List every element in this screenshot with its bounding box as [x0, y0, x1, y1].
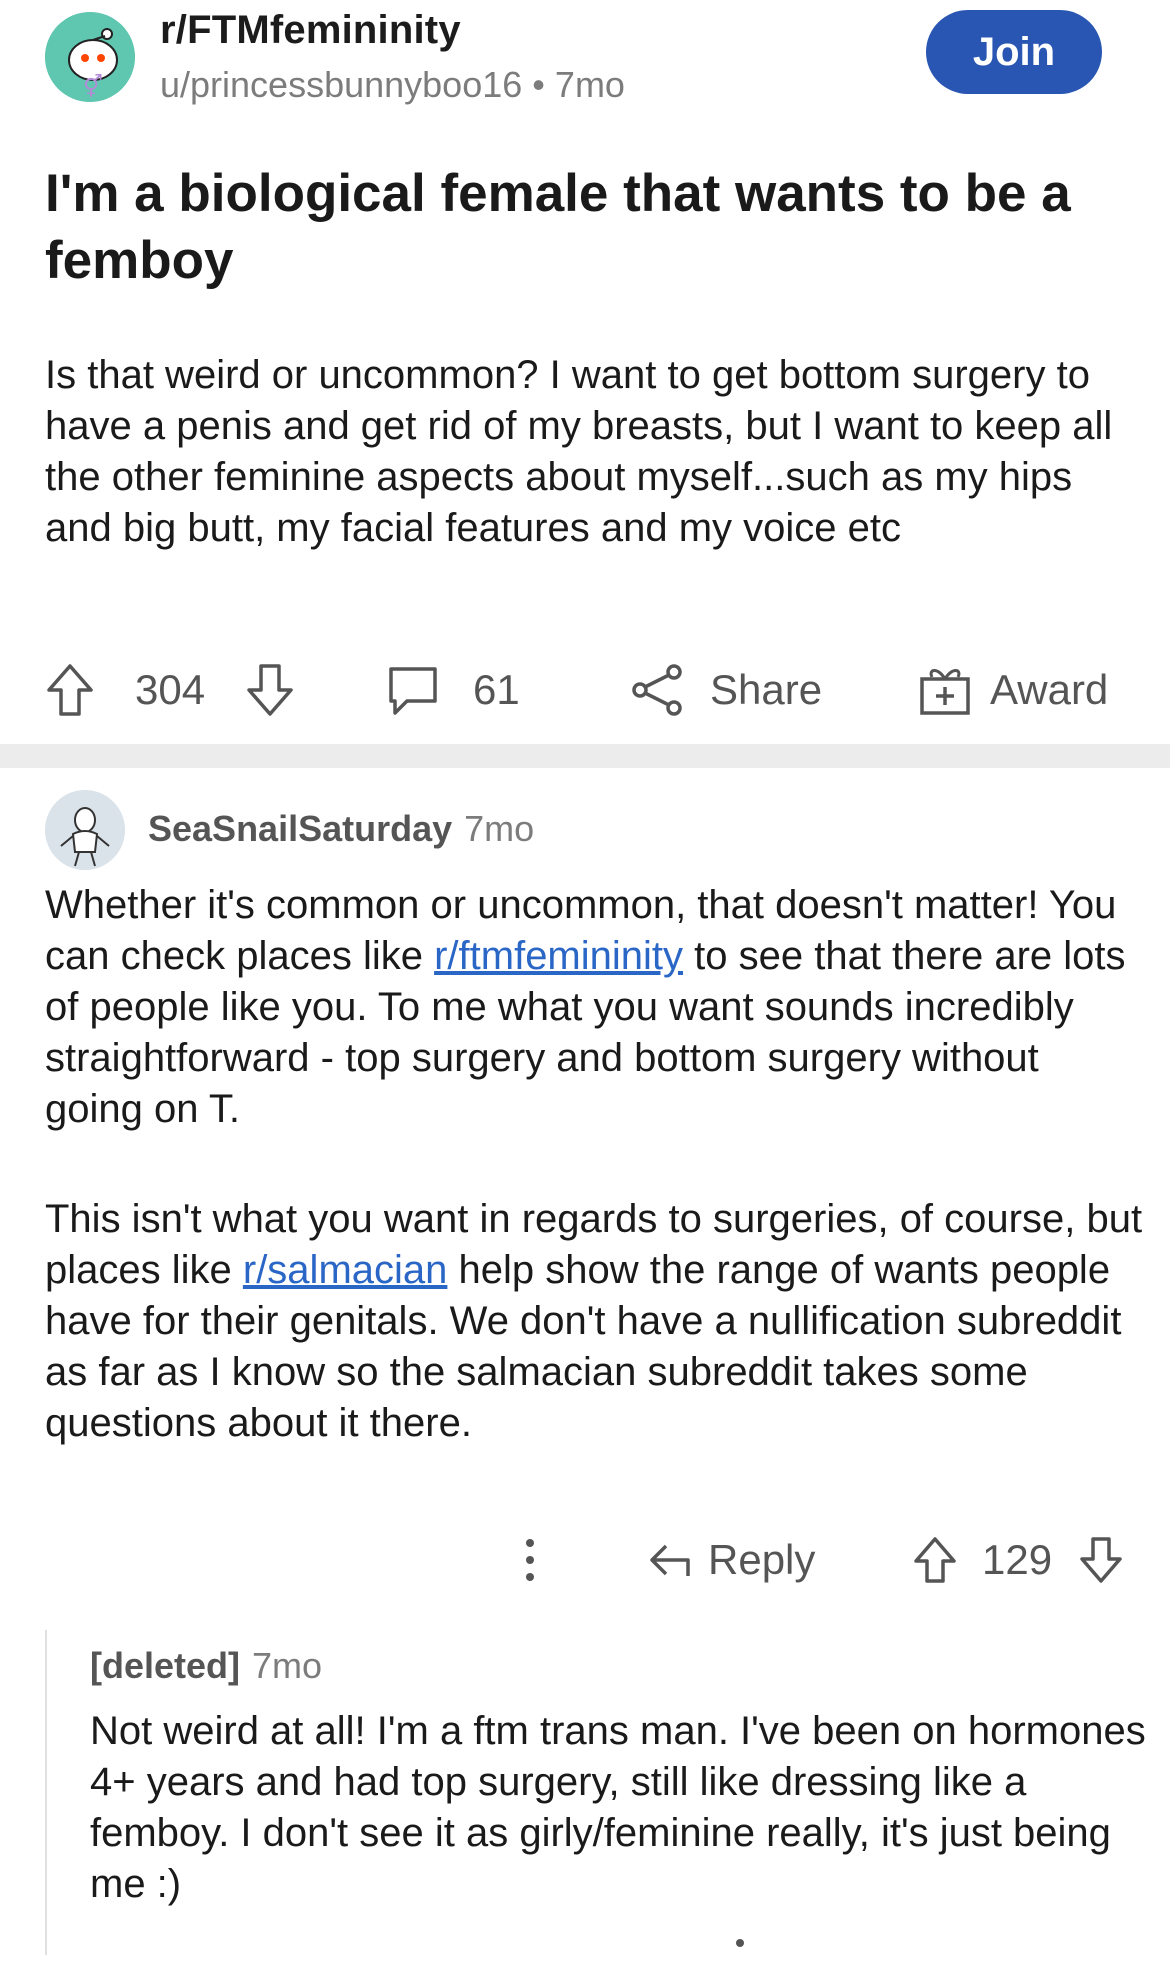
subreddit-name[interactable]: r/FTMfemininity	[160, 8, 461, 53]
share-label: Share	[710, 666, 823, 713]
reply-body: Not weird at all! I'm a ftm trans man. I…	[90, 1709, 1146, 1906]
thread-line[interactable]	[45, 1630, 47, 1955]
comment-upvote-button[interactable]	[912, 1525, 958, 1595]
more-vertical-icon	[526, 1539, 534, 1581]
reply-author-line: [deleted] 7mo	[90, 1645, 322, 1687]
more-vertical-icon	[736, 1939, 744, 1947]
comment-bubble-icon	[389, 667, 437, 715]
comment-count: 61	[473, 666, 520, 713]
downvote-button[interactable]	[245, 655, 295, 725]
meta-separator: •	[532, 64, 545, 105]
reply-author: [deleted]	[90, 1645, 241, 1686]
post-title[interactable]: I'm a biological female that wants to be…	[45, 160, 1115, 294]
gift-icon	[920, 669, 970, 715]
reply-more-options-button[interactable]	[730, 1935, 750, 1975]
comment-author-line: SeaSnailSaturday 7mo	[148, 808, 534, 850]
post-author[interactable]: u/princessbunnyboo16	[160, 64, 522, 105]
avatar[interactable]	[45, 790, 125, 870]
upvote-arrow-icon	[914, 1537, 956, 1583]
comment-action-bar: Reply 129	[0, 1525, 1170, 1595]
comment-author[interactable]: SeaSnailSaturday	[148, 808, 452, 849]
downvote-arrow-icon	[1080, 1537, 1122, 1583]
reply-arrow-icon	[650, 1544, 690, 1576]
reply-label: Reply	[708, 1536, 816, 1583]
snoo-icon: ⚥	[45, 12, 135, 102]
comment-paragraph: This isn't what you want in regards to s…	[45, 1194, 1145, 1449]
post-body: Is that weird or uncommon? I want to get…	[45, 353, 1113, 550]
subreddit-avatar[interactable]: ⚥	[45, 12, 135, 102]
award-label: Award	[990, 666, 1109, 713]
share-button[interactable]: Share	[630, 655, 822, 725]
post-age: 7mo	[554, 64, 625, 105]
reply-action-bar	[0, 1935, 1170, 1975]
comment-downvote-button[interactable]	[1078, 1525, 1124, 1595]
post-action-bar: 304 61 Share Award	[0, 655, 1170, 725]
comment-paragraph: Whether it's common or uncommon, that do…	[45, 880, 1145, 1135]
comments-button[interactable]: 61	[385, 655, 520, 725]
downvote-arrow-icon	[247, 664, 293, 716]
join-button[interactable]: Join	[926, 10, 1102, 94]
subreddit-link-salmacian[interactable]: r/salmacian	[243, 1248, 448, 1292]
award-button[interactable]: Award	[918, 655, 1108, 725]
reply-age: 7mo	[252, 1645, 323, 1686]
subreddit-link-ftmfemininity[interactable]: r/ftmfemininity	[434, 934, 683, 978]
comment-age: 7mo	[464, 808, 535, 849]
share-icon	[632, 664, 682, 716]
upvote-arrow-icon	[47, 664, 93, 716]
reply-button[interactable]: Reply	[648, 1525, 815, 1595]
comment-body: Whether it's common or uncommon, that do…	[45, 880, 1145, 1508]
section-divider	[0, 744, 1170, 768]
post-vote-count: 304	[135, 666, 206, 713]
post-meta: u/princessbunnyboo16 • 7mo	[160, 64, 625, 106]
upvote-button[interactable]	[45, 655, 95, 725]
user-avatar-icon	[45, 790, 125, 870]
svg-text:⚥: ⚥	[83, 73, 103, 100]
comment-vote-count: 129	[982, 1536, 1053, 1583]
more-options-button[interactable]	[520, 1525, 540, 1595]
